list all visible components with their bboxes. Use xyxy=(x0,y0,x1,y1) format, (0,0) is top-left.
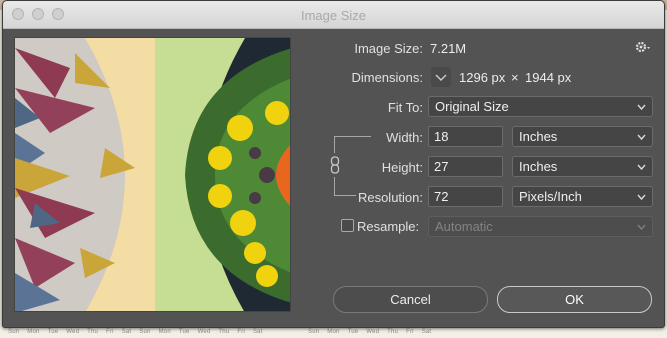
dimensions-height-px: 1944 px xyxy=(525,70,572,85)
dimensions-toggle-button[interactable] xyxy=(431,67,451,87)
calendar-day-label: Thu xyxy=(387,329,399,335)
image-size-dialog: Image Size Image Size: 7.21M Dimensions:… xyxy=(2,0,665,328)
calendar-day-label: Thu xyxy=(218,329,230,335)
calendar-day-label: Wed xyxy=(366,329,380,335)
calendar-day-label: Fri xyxy=(406,329,414,335)
chevron-down-icon xyxy=(637,134,646,141)
chevron-down-icon xyxy=(637,104,646,111)
dimensions-label: Dimensions: xyxy=(351,70,423,85)
width-label: Width: xyxy=(386,130,423,145)
height-label: Height: xyxy=(381,160,423,175)
window-title: Image Size xyxy=(300,8,367,23)
chevron-down-icon xyxy=(637,194,646,201)
width-input[interactable]: 18 xyxy=(428,126,503,147)
calendar-day-label: Fri xyxy=(106,329,114,335)
fit-to-value: Original Size xyxy=(435,99,509,114)
calendar-day-label: Mon xyxy=(327,329,340,335)
gear-icon[interactable] xyxy=(635,41,651,56)
calendar-day-label: Tue xyxy=(47,329,59,335)
calendar-day-label: Sun xyxy=(8,329,20,335)
calendar-day-label: Sat xyxy=(121,329,132,335)
fit-to-label: Fit To: xyxy=(387,100,423,115)
width-unit-select[interactable]: Inches xyxy=(512,126,653,147)
calendar-day-label: Sun xyxy=(139,329,151,335)
resolution-unit-select[interactable]: Pixels/Inch xyxy=(512,186,653,207)
image-size-label: Image Size: xyxy=(354,41,423,56)
calendar-strip-right: Sun Mon Tue Wed Thu Fri Sat xyxy=(308,329,431,335)
calendar-day-label: Wed xyxy=(197,329,211,335)
resolution-label: Resolution: xyxy=(357,190,423,205)
resolution-unit-value: Pixels/Inch xyxy=(519,189,582,204)
width-unit-value: Inches xyxy=(519,129,558,144)
image-size-value: 7.21M xyxy=(430,41,467,56)
height-unit-value: Inches xyxy=(519,159,558,174)
calendar-day-label: Wed xyxy=(66,329,80,335)
resample-method-value: Automatic xyxy=(435,219,493,234)
calendar-day-label: Thu xyxy=(87,329,99,335)
ok-button[interactable]: OK xyxy=(497,286,652,313)
resample-label: Resample: xyxy=(357,219,420,234)
calendar-day-label: Sun xyxy=(308,329,320,335)
resample-method-select: Automatic xyxy=(428,216,653,237)
calendar-day-label: Sat xyxy=(421,329,432,335)
resample-checkbox[interactable] xyxy=(341,219,354,232)
dimensions-times: × xyxy=(511,70,519,85)
image-preview[interactable] xyxy=(14,37,291,312)
height-unit-select[interactable]: Inches xyxy=(512,156,653,177)
title-bar: Image Size xyxy=(3,1,664,29)
calendar-strip-left: Sun Mon Tue Wed Thu Fri Sat Sun Mon Tue Wed Thu Fri S… xyxy=(8,329,263,335)
calendar-day-label: Mon xyxy=(27,329,40,335)
cancel-button[interactable]: Cancel xyxy=(333,286,488,313)
height-input[interactable]: 27 xyxy=(428,156,503,177)
chevron-down-icon xyxy=(435,74,447,81)
preview-image xyxy=(15,38,290,311)
calendar-day-label: Tue xyxy=(347,329,359,335)
dimensions-width-px: 1296 px xyxy=(459,70,506,85)
chevron-down-icon xyxy=(637,224,646,231)
calendar-day-label: Tue xyxy=(178,329,190,335)
calendar-day-label: Fri xyxy=(237,329,245,335)
calendar-day-label: Sat xyxy=(252,329,263,335)
calendar-day-label: Mon xyxy=(158,329,171,335)
fit-to-select[interactable]: Original Size xyxy=(428,96,653,117)
resolution-input[interactable]: 72 xyxy=(428,186,503,207)
chevron-down-icon xyxy=(637,164,646,171)
